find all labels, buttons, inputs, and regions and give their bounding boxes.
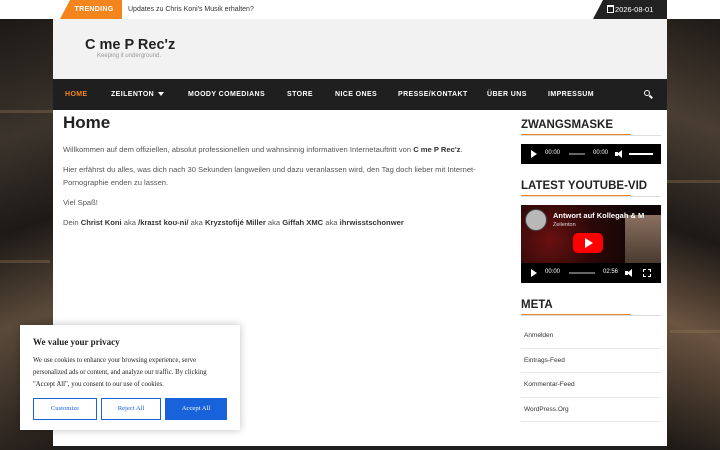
- background-streak: [665, 180, 720, 183]
- cookie-consent-banner: We value your privacy We use cookies to …: [20, 325, 240, 430]
- background-streak: [0, 110, 55, 113]
- video-thumbnail-figure: [625, 215, 661, 263]
- youtube-embed[interactable]: Antwort auf Kollegah & M Zeilenton: [521, 205, 661, 263]
- signature-text: aka: [121, 218, 139, 227]
- widget-title-meta: META: [521, 299, 661, 316]
- chevron-down-icon: [158, 92, 165, 97]
- reject-all-button[interactable]: Reject All: [101, 398, 161, 420]
- youtube-play-button[interactable]: [573, 233, 603, 253]
- audio-progress-bar[interactable]: [569, 153, 585, 155]
- play-icon: [585, 238, 593, 248]
- cookie-body: We use cookies to enhance your browsing …: [33, 357, 207, 388]
- greeting-paragraph: Viel Spaß!: [63, 198, 98, 207]
- page-title: Home: [63, 113, 111, 132]
- meta-link-eintrags-feed[interactable]: Eintrags-Feed: [521, 349, 661, 373]
- cookie-buttons: Customize Reject All Accept All: [33, 398, 227, 420]
- alias-name: /kraɪst koʊ-ni/: [138, 218, 189, 227]
- play-icon[interactable]: [531, 150, 537, 158]
- trending-ticker-link[interactable]: Updates zu Chris Koni's Musik erhalten?: [128, 0, 254, 19]
- nav-item-nice-ones[interactable]: NICE ONES: [335, 79, 377, 110]
- sidebar: ZWANGSMASKE 00:00 00:00 LATEST YOUTUBE-V…: [521, 119, 661, 422]
- nav-item-impressum[interactable]: IMPRESSUM: [548, 79, 594, 110]
- current-date: 2026-08-01: [615, 5, 654, 14]
- nav-item-ueber-uns[interactable]: ÜBER UNS: [487, 79, 527, 110]
- signature-text: aka: [265, 218, 283, 227]
- site-tagline: Keeping it underground.: [97, 53, 162, 59]
- signature-paragraph: Dein Christ Koni aka /kraɪst koʊ-ni/ aka…: [63, 216, 503, 229]
- welcome-period: .: [460, 145, 463, 154]
- video-title[interactable]: Antwort auf Kollegah & M: [553, 211, 644, 220]
- background-streak: [670, 330, 720, 333]
- nav-item-zeilenton[interactable]: ZEILENTON: [111, 79, 165, 110]
- trending-label: TRENDING: [60, 0, 122, 19]
- meta-link-wordpress-org[interactable]: WordPress.Org: [521, 398, 661, 422]
- widget-title-youtube: LATEST YOUTUBE-VID: [521, 180, 661, 197]
- volume-icon[interactable]: [615, 150, 624, 158]
- site-title[interactable]: C me P Rec'z: [85, 37, 175, 53]
- alias-name: ihrwisstschonwer: [339, 218, 404, 227]
- calendar-icon: [607, 5, 614, 13]
- trending-badge: TRENDING: [60, 0, 122, 19]
- channel-avatar[interactable]: [525, 209, 547, 231]
- welcome-text: Willkommen auf dem offiziellen, absolut …: [63, 145, 414, 154]
- welcome-site-name: C me P Rec'z: [413, 145, 461, 154]
- cookie-title: We value your privacy: [33, 337, 120, 347]
- main-navigation: HOME ZEILENTON MOODY COMEDIANS STORE NIC…: [53, 79, 667, 110]
- video-channel: Zeilenton: [553, 222, 576, 228]
- widget-title-zwangsmaske: ZWANGSMASKE: [521, 119, 661, 136]
- fullscreen-icon[interactable]: [643, 269, 651, 277]
- video-progress-bar[interactable]: [569, 272, 595, 274]
- background-streak: [0, 260, 50, 263]
- accept-all-button[interactable]: Accept All: [165, 398, 227, 420]
- search-icon[interactable]: [644, 90, 653, 99]
- meta-links: Anmelden Eintrags-Feed Kommentar-Feed Wo…: [521, 324, 661, 422]
- nav-item-store[interactable]: STORE: [287, 79, 313, 110]
- alias-name: Kryzstofijé Miller: [205, 218, 266, 227]
- signature-text: aka: [323, 218, 340, 227]
- date-box: 2026-08-01: [593, 0, 667, 19]
- video-controls: 00:00 02:56: [521, 263, 661, 283]
- meta-link-anmelden[interactable]: Anmelden: [521, 324, 661, 349]
- footer-bar: [53, 446, 667, 450]
- top-bar: TRENDING Updates zu Chris Koni's Musik e…: [0, 0, 720, 19]
- customize-button[interactable]: Customize: [33, 398, 97, 420]
- nav-item-home[interactable]: HOME: [65, 79, 88, 110]
- alias-name: Giffah XMC: [282, 218, 324, 227]
- signature-text: aka: [188, 218, 206, 227]
- signature-text: Dein: [63, 218, 81, 227]
- video-duration: 02:56: [603, 269, 619, 275]
- volume-slider[interactable]: [629, 153, 653, 155]
- audio-player: 00:00 00:00: [521, 144, 661, 164]
- main-content: Home Willkommen auf dem offiziellen, abs…: [63, 113, 503, 236]
- intro-paragraph: Hier erfährst du alles, was dich nach 30…: [63, 165, 476, 187]
- meta-link-kommentar-feed[interactable]: Kommentar-Feed: [521, 373, 661, 398]
- audio-current-time: 00:00: [545, 150, 561, 156]
- video-current-time: 00:00: [545, 269, 561, 275]
- nav-item-moody-comedians[interactable]: MOODY COMEDIANS: [188, 79, 265, 110]
- audio-duration: 00:00: [593, 150, 609, 156]
- volume-icon[interactable]: [625, 269, 634, 277]
- background-right: [660, 0, 720, 450]
- welcome-paragraph: Willkommen auf dem offiziellen, absolut …: [63, 143, 503, 156]
- nav-item-label: ZEILENTON: [111, 91, 155, 98]
- alias-name: Christ Koni: [80, 218, 122, 227]
- nav-item-presse-kontakt[interactable]: PRESSE/KONTAKT: [398, 79, 468, 110]
- play-icon[interactable]: [531, 269, 537, 277]
- site-header: C me P Rec'z Keeping it underground.: [53, 19, 667, 79]
